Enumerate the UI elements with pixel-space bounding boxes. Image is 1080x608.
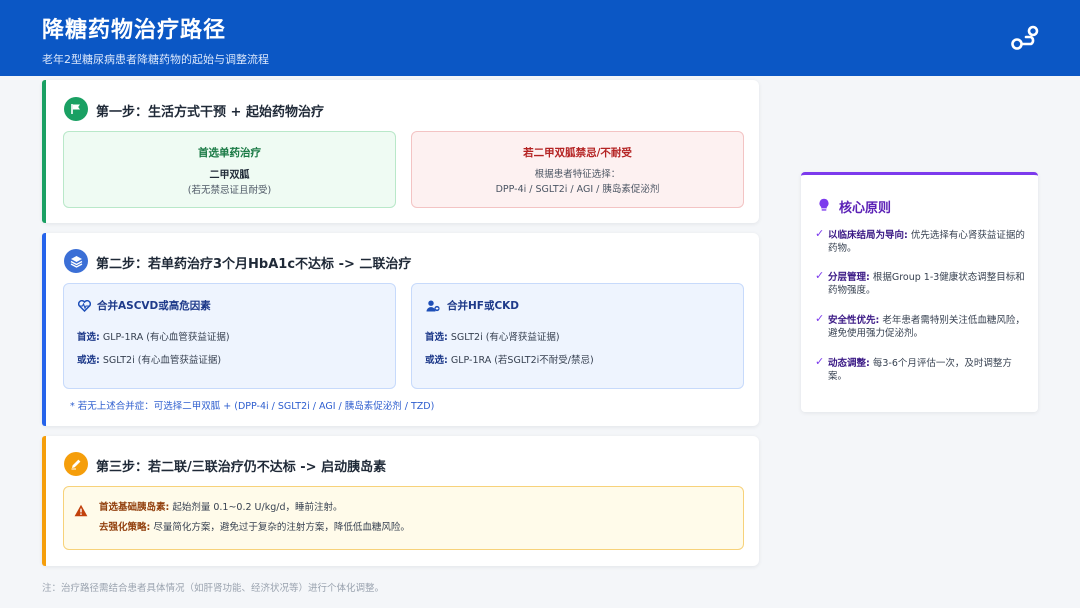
hf-ckd-alt-row: 或选: GLP-1RA (若SGLT2i不耐受/禁忌): [425, 352, 594, 366]
contraindicated-box: 若二甲双胍禁忌/不耐受 根据患者特征选择： DPP-4i / SGLT2i / …: [411, 131, 744, 208]
check-icon: ✓: [815, 312, 825, 325]
ascvd-heading: 合并ASCVD或高危因素: [97, 300, 211, 312]
insulin-warning-box: 首选基础胰岛素: 起始剂量 0.1~0.2 U/kg/d，睡前注射。 去强化策略…: [63, 486, 744, 550]
pen-icon: [64, 452, 88, 476]
lightbulb-icon: [819, 198, 829, 211]
step2-footnote: * 若无上述合并症：可选择二甲双胍 + (DPP-4i / SGLT2i / A…: [70, 401, 435, 412]
page-title: 降糖药物治疗路径: [42, 18, 227, 43]
step1-title: 第一步：生活方式干预 + 起始药物治疗: [96, 105, 324, 120]
step2-accent-bar: [42, 233, 46, 426]
route-icon: [1011, 25, 1039, 50]
hf-ckd-heading: 合并HF或CKD: [447, 300, 520, 312]
preferred-drug: 二甲双胍: [209, 170, 250, 181]
step3-title: 第三步：若二联/三联治疗仍不达标 -> 启动胰岛素: [96, 460, 387, 475]
check-icon: ✓: [815, 355, 825, 368]
principle-item: ✓ 以临床结局为导向: 优先选择有心肾获益证据的药物。: [815, 227, 1025, 254]
core-principles-title: 核心原则: [839, 201, 892, 216]
check-icon: ✓: [815, 227, 825, 240]
intensify-row: 去强化策略: 尽量简化方案，避免过于复杂的注射方案，降低低血糖风险。: [99, 519, 410, 533]
core-principles-panel: 核心原则 ✓ 以临床结局为导向: 优先选择有心肾获益证据的药物。 ✓ 分层管理:…: [801, 172, 1038, 412]
basal-insulin-label: 首选基础胰岛素:: [99, 502, 170, 513]
layers-icon: [64, 249, 88, 273]
basal-insulin-text: 起始剂量 0.1~0.2 U/kg/d，睡前注射。: [172, 502, 343, 513]
preferred-monotherapy-box: 首选单药治疗 二甲双胍 (若无禁忌证且耐受): [63, 131, 396, 208]
hf-ckd-alt-text: GLP-1RA (若SGLT2i不耐受/禁忌): [450, 355, 594, 366]
contraindicated-heading: 若二甲双胍禁忌/不耐受: [523, 147, 632, 159]
contraindicated-line1: 根据患者特征选择：: [534, 169, 621, 180]
ascvd-alt-row: 或选: SGLT2i (有心血管获益证据): [77, 352, 221, 366]
ascvd-first-row: 首选: GLP-1RA (有心血管获益证据): [77, 329, 230, 343]
hf-ckd-first-text: SGLT2i (有心肾获益证据): [450, 332, 560, 343]
step3-card: 第三步：若二联/三联治疗仍不达标 -> 启动胰岛素 首选基础胰岛素: 起始剂量 …: [42, 436, 759, 566]
intensify-text: 尽量简化方案，避免过于复杂的注射方案，降低低血糖风险。: [153, 522, 410, 533]
principle-item: ✓ 安全性优先: 老年患者需特别关注低血糖风险，避免使用强力促泌剂。: [815, 312, 1025, 339]
hf-ckd-box: 合并HF或CKD 首选: SGLT2i (有心肾获益证据) 或选: GLP-1R…: [411, 283, 744, 389]
intensify-label: 去强化策略:: [99, 522, 151, 533]
principle-item: ✓ 动态调整: 每3-6个月评估一次，及时调整方案。: [815, 355, 1012, 382]
flag-icon: [64, 97, 88, 121]
hf-ckd-first-row: 首选: SGLT2i (有心肾获益证据): [425, 329, 560, 343]
check-icon: ✓: [815, 269, 825, 282]
ascvd-first-label: 首选:: [77, 332, 100, 343]
principle-item: ✓ 分层管理: 根据Group 1-3健康状态调整目标和药物强度。: [815, 269, 1025, 296]
warning-icon: [74, 504, 88, 517]
heartbeat-icon: [78, 300, 91, 312]
ascvd-alt-text: SGLT2i (有心血管获益证据): [102, 355, 222, 366]
step2-title: 第二步：若单药治疗3个月HbA1c不达标 -> 二联治疗: [96, 257, 412, 272]
hf-ckd-alt-label: 或选:: [425, 355, 448, 366]
header-banner: 降糖药物治疗路径 老年2型糖尿病患者降糖药物的起始与调整流程: [0, 0, 1080, 76]
preferred-heading: 首选单药治疗: [198, 147, 261, 159]
step3-accent-bar: [42, 436, 46, 566]
user-medical-icon: [426, 300, 440, 312]
contraindicated-line2: DPP-4i / SGLT2i / AGI / 胰岛素促泌剂: [495, 184, 660, 195]
ascvd-box: 合并ASCVD或高危因素 首选: GLP-1RA (有心血管获益证据) 或选: …: [63, 283, 396, 389]
step1-accent-bar: [42, 80, 46, 223]
footer-note: 注：治疗路径需结合患者具体情况（如肝肾功能、经济状况等）进行个体化调整。: [42, 583, 385, 594]
ascvd-alt-label: 或选:: [77, 355, 100, 366]
step1-card: 第一步：生活方式干预 + 起始药物治疗 首选单药治疗 二甲双胍 (若无禁忌证且耐…: [42, 80, 759, 223]
page-subtitle: 老年2型糖尿病患者降糖药物的起始与调整流程: [42, 53, 269, 66]
basal-insulin-row: 首选基础胰岛素: 起始剂量 0.1~0.2 U/kg/d，睡前注射。: [99, 499, 342, 513]
ascvd-first-text: GLP-1RA (有心血管获益证据): [102, 332, 230, 343]
hf-ckd-first-label: 首选:: [425, 332, 448, 343]
preferred-note: (若无禁忌证且耐受): [187, 185, 272, 196]
step2-card: 第二步：若单药治疗3个月HbA1c不达标 -> 二联治疗 合并ASCVD或高危因…: [42, 233, 759, 426]
